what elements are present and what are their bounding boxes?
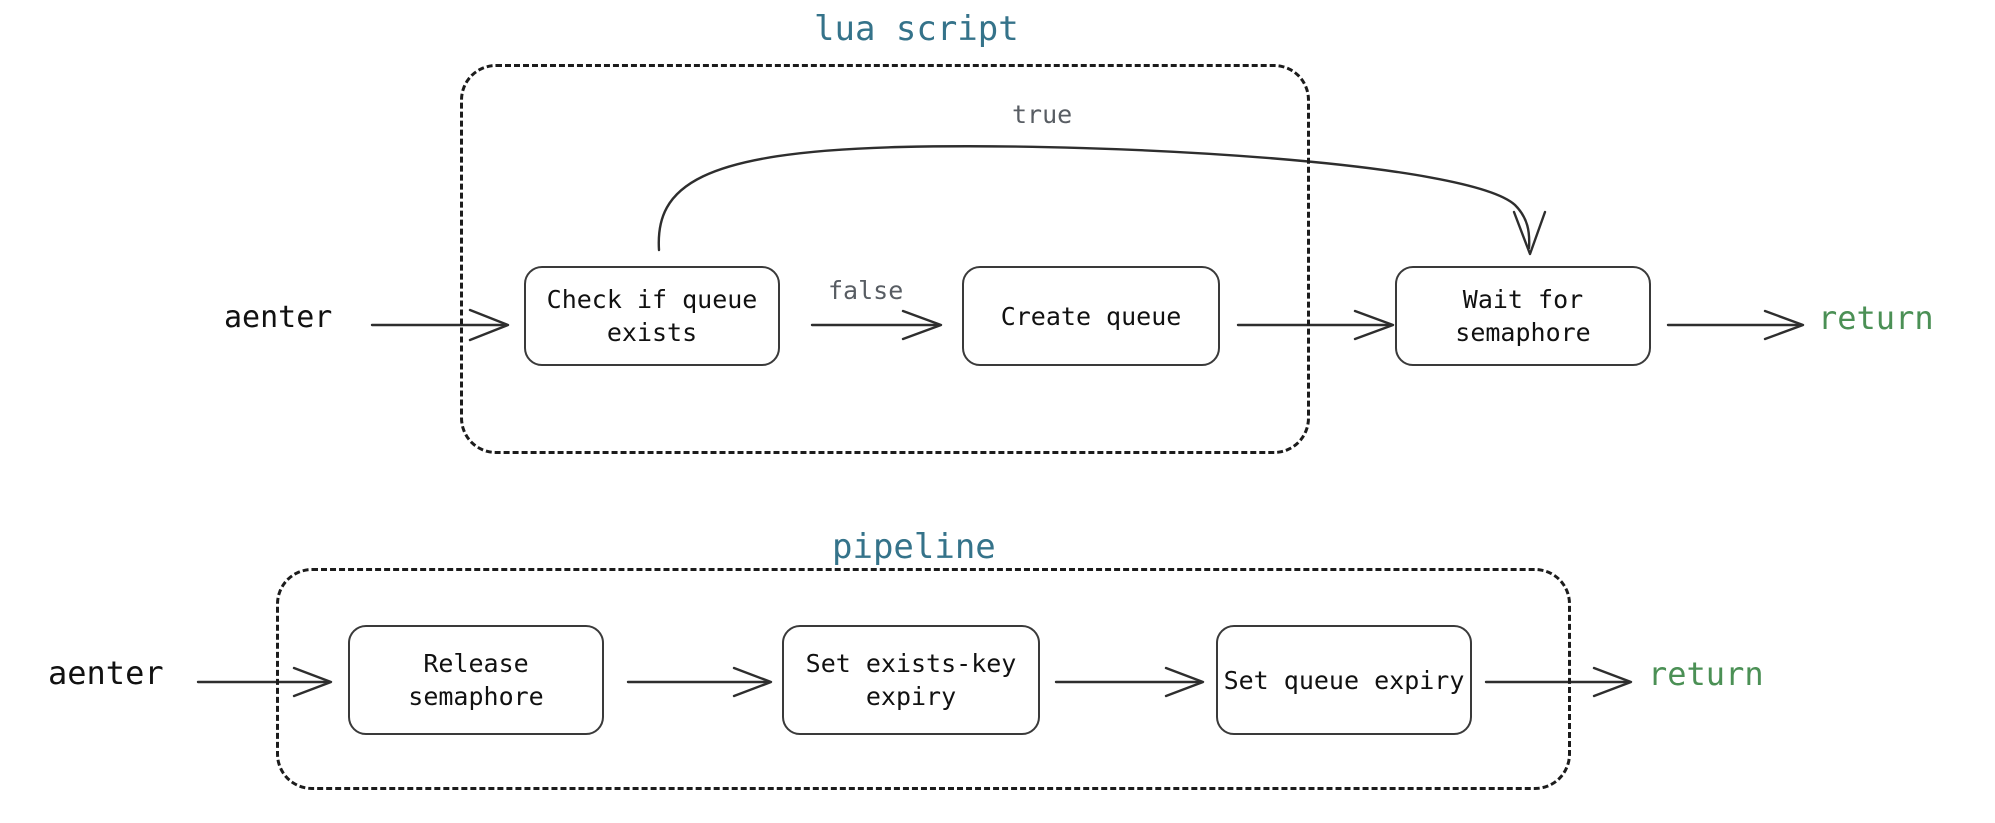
group-box-lua-script: [460, 64, 1310, 454]
node-set-exists-key-expiry[interactable]: Set exists-key expiry: [782, 625, 1040, 735]
diagram-canvas: lua script pipeline aenter return aenter…: [0, 0, 1995, 823]
start-label-lua-aenter: aenter: [224, 300, 333, 335]
node-wait-for-semaphore[interactable]: Wait for semaphore: [1395, 266, 1651, 366]
node-set-exists-key-expiry-label: Set exists-key expiry: [805, 649, 1017, 711]
start-label-pipeline-aenter: aenter: [48, 654, 164, 692]
node-release-semaphore-label: Release semaphore: [408, 649, 544, 711]
return-label-lua: return: [1818, 299, 1934, 337]
node-create-queue-label: Create queue: [1000, 301, 1182, 331]
group-title-lua-script: lua script: [814, 9, 1019, 49]
node-create-queue[interactable]: Create queue: [962, 266, 1220, 366]
node-wait-for-semaphore-label: Wait for semaphore: [1455, 285, 1591, 347]
return-label-pipeline: return: [1648, 655, 1764, 693]
node-check-if-queue-exists[interactable]: Check if queue exists: [524, 266, 780, 366]
node-set-queue-expiry[interactable]: Set queue expiry: [1216, 625, 1472, 735]
group-title-pipeline: pipeline: [832, 527, 996, 567]
edge-label-false: false: [828, 276, 904, 305]
node-set-queue-expiry-label: Set queue expiry: [1223, 665, 1465, 695]
node-check-if-queue-exists-label: Check if queue exists: [546, 285, 758, 347]
edge-label-true: true: [1012, 100, 1073, 129]
node-release-semaphore[interactable]: Release semaphore: [348, 625, 604, 735]
